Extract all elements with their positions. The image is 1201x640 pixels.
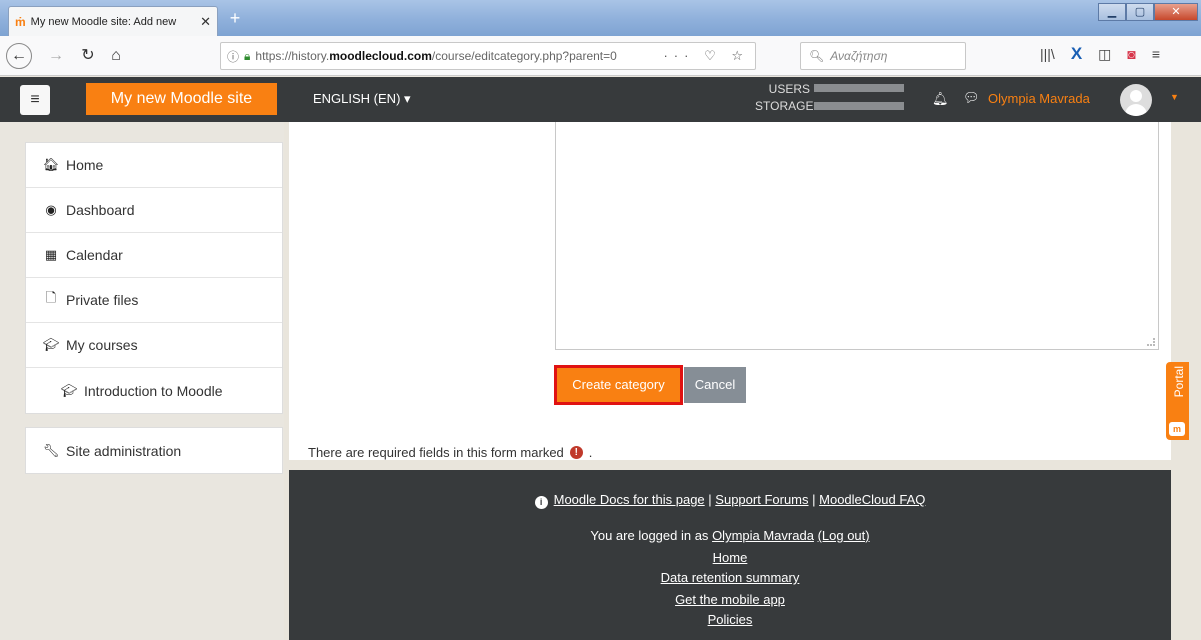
pocket-icon[interactable]: ◙ <box>1127 46 1135 64</box>
logged-in-info: You are logged in as Olympia Mavrada (Lo… <box>590 528 870 543</box>
home-browser-button[interactable]: ⌂ <box>104 44 128 68</box>
minimize-button[interactable]: ▁ <box>1098 3 1126 21</box>
toolbar-icons: |||\ X ◫ ◙ ≡ <box>1040 44 1160 64</box>
browser-tab[interactable]: ṁ My new Moodle site: Add new ✕ <box>8 6 218 36</box>
nav-item-home[interactable]: 🏠︎ Home <box>26 143 282 188</box>
window-controls: ▁ ▢ ✕ <box>1098 3 1198 21</box>
page-footer: i Moodle Docs for this page | Support For… <box>289 470 1171 640</box>
mobile-app-link[interactable]: Get the mobile app <box>675 592 785 607</box>
nav-item-label: My courses <box>66 337 138 353</box>
footer-home-link[interactable]: Home <box>713 550 748 565</box>
users-usage-bar <box>814 84 904 92</box>
create-category-button[interactable]: Create category <box>554 365 683 405</box>
avatar[interactable] <box>1120 84 1152 116</box>
nav-item-calendar[interactable]: ▦ Calendar <box>26 233 282 278</box>
url-text: https://history.moodlecloud.com/course/e… <box>255 49 617 63</box>
nav-item-course[interactable]: 🎓︎ Introduction to Moodle <box>26 368 282 413</box>
usage-labels: USERS STORAGE <box>755 81 814 115</box>
main-navigation: 🏠︎ Home ◉ Dashboard ▦ Calendar 🗋 Private… <box>25 142 283 414</box>
tab-title: My new Moodle site: Add new <box>30 15 177 28</box>
info-icon[interactable]: ⓘ <box>227 48 239 65</box>
graduation-cap-icon: 🎓︎ <box>60 382 78 398</box>
chevron-down-icon: ▾ <box>404 91 411 106</box>
usage-users-label: USERS <box>768 82 810 96</box>
moodle-favicon-icon: ṁ <box>15 14 26 29</box>
calendar-icon: ▦ <box>44 247 58 262</box>
sidebar-icon[interactable]: ◫ <box>1098 46 1111 64</box>
window-close-button[interactable]: ✕ <box>1154 3 1198 21</box>
usage-storage-label: STORAGE <box>755 99 814 113</box>
graduation-cap-icon: 🎓︎ <box>42 337 60 352</box>
required-icon: ! <box>569 446 583 459</box>
nav-item-label: Dashboard <box>66 202 135 218</box>
browser-titlebar: ṁ My new Moodle site: Add new ✕ + ▁ ▢ ✕ <box>0 0 1201 36</box>
moodlecloud-faq-link[interactable]: MoodleCloud FAQ <box>819 492 925 507</box>
page-actions-icon[interactable]: ··· ♡ ☆ <box>663 48 749 64</box>
file-icon: 🗋 <box>45 290 57 305</box>
reload-button[interactable]: ↻ <box>76 44 100 68</box>
language-menu[interactable]: ENGLISH (EN) ▾ <box>313 91 411 107</box>
search-icon: 🔍︎ <box>809 49 825 63</box>
nav-item-label: Calendar <box>66 247 123 263</box>
resize-handle[interactable] <box>1147 338 1155 346</box>
main-content: Create category Cancel There are require… <box>289 122 1171 460</box>
cancel-button[interactable]: Cancel <box>684 367 746 403</box>
info-icon: i <box>534 496 548 509</box>
home-icon: 🏠︎ <box>42 157 60 172</box>
search-input[interactable]: 🔍︎ Αναζήτηση <box>800 42 966 70</box>
support-forums-link[interactable]: Support Forums <box>715 492 808 507</box>
nav-item-site-administration[interactable]: 🔧︎ Site administration <box>26 428 282 473</box>
bell-icon[interactable]: 🔔︎ <box>932 91 949 107</box>
nav-drawer: 🏠︎ Home ◉ Dashboard ▦ Calendar 🗋 Private… <box>0 122 284 640</box>
new-tab-button[interactable]: + <box>224 8 246 29</box>
wrench-icon: 🔧︎ <box>42 442 60 458</box>
nav-item-dashboard[interactable]: ◉ Dashboard <box>26 188 282 233</box>
description-textarea[interactable] <box>555 122 1159 350</box>
hamburger-menu-button[interactable]: ≡ <box>20 85 50 115</box>
portal-label: Portal <box>1172 366 1186 398</box>
moodle-portal-icon: m <box>1169 422 1185 436</box>
dashboard-icon: ◉ <box>45 202 57 217</box>
menu-icon[interactable]: ≡ <box>1152 46 1160 64</box>
admin-navigation: 🔧︎ Site administration <box>25 427 283 474</box>
nav-item-label: Introduction to Moodle <box>84 382 223 399</box>
close-tab-icon[interactable]: ✕ <box>200 14 211 30</box>
nav-item-my-courses[interactable]: 🎓︎ My courses <box>26 323 282 368</box>
nav-item-label: Home <box>66 157 104 173</box>
back-button[interactable]: ← <box>6 43 32 69</box>
logout-link[interactable]: (Log out) <box>818 528 870 543</box>
lock-icon: 🔒︎ <box>244 48 251 63</box>
user-menu-chevron-icon[interactable]: ▼ <box>1170 92 1179 102</box>
footer-links: i Moodle Docs for this page | Support For… <box>289 492 1171 509</box>
maximize-button[interactable]: ▢ <box>1126 3 1154 21</box>
library-icon[interactable]: |||\ <box>1040 46 1055 64</box>
user-name[interactable]: Olympia Mavrada <box>988 91 1090 106</box>
nav-item-label: Site administration <box>66 442 182 459</box>
portal-tab[interactable]: Portal m <box>1166 362 1189 440</box>
address-bar[interactable]: ⓘ 🔒︎ https://history.moodlecloud.com/cou… <box>220 42 756 70</box>
x-extension-icon[interactable]: X <box>1071 44 1082 64</box>
user-profile-link[interactable]: Olympia Mavrada <box>712 528 814 543</box>
policies-link[interactable]: Policies <box>708 612 753 627</box>
moodle-header: ≡ My new Moodle site ENGLISH (EN) ▾ USER… <box>0 77 1201 122</box>
nav-item-label: Private files <box>66 292 139 308</box>
data-retention-link[interactable]: Data retention summary <box>661 570 800 585</box>
nav-item-private-files[interactable]: 🗋 Private files <box>26 278 282 323</box>
chat-icon[interactable]: 💬︎ <box>963 90 980 106</box>
site-name-link[interactable]: My new Moodle site <box>86 83 277 115</box>
required-fields-note: There are required fields in this form m… <box>308 445 593 460</box>
moodle-docs-link[interactable]: Moodle Docs for this page <box>554 492 705 507</box>
usage-bars <box>814 84 904 120</box>
browser-navbar: ← → ↻ ⌂ ⓘ 🔒︎ https://history.moodlecloud… <box>0 36 1201 76</box>
storage-usage-bar <box>814 102 904 110</box>
forward-button[interactable]: → <box>44 44 68 68</box>
